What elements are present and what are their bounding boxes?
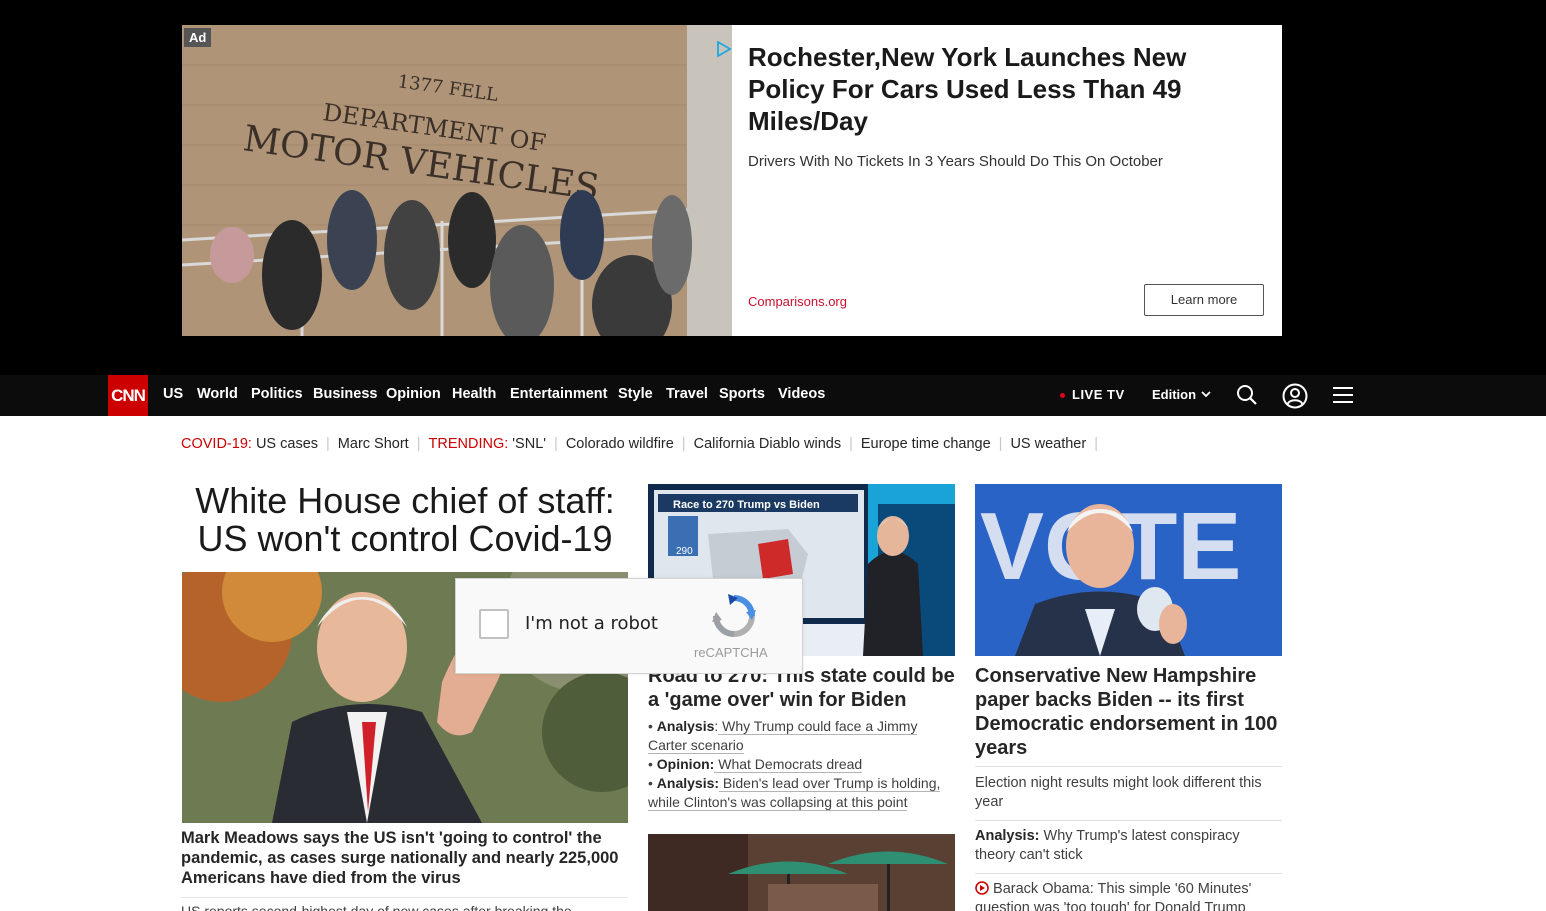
trending-item-us-cases[interactable]: US cases — [256, 436, 318, 452]
link-prefix: Opinion: — [656, 756, 715, 772]
link-prefix: Analysis — [656, 718, 715, 734]
ad-banner-area: 1377 FELL DEPARTMENT OF MOTOR VEHICLES A… — [0, 0, 1546, 375]
ad-subtext[interactable]: Drivers With No Tickets In 3 Years Shoul… — [748, 153, 1248, 170]
hamburger-menu-icon[interactable] — [1332, 385, 1354, 405]
nav-link-health[interactable]: Health — [452, 386, 496, 402]
divider — [181, 897, 628, 898]
trending-item-us-weather[interactable]: US weather — [1010, 436, 1086, 452]
middle-link-2[interactable]: • Opinion: What Democrats dread — [648, 755, 948, 774]
chevron-down-icon[interactable] — [1200, 388, 1212, 400]
recaptcha-logo-icon — [712, 594, 756, 637]
lead-headline[interactable]: White House chief of staff: US won't con… — [182, 482, 628, 558]
right-link-obama-video[interactable]: Barack Obama: This simple '60 Minutes' q… — [975, 880, 1282, 911]
right-headline[interactable]: Conservative New Hampshire paper backs B… — [975, 664, 1282, 760]
live-tv-link[interactable]: LIVE TV — [1072, 387, 1125, 402]
ad-image-dmv[interactable]: 1377 FELL DEPARTMENT OF MOTOR VEHICLES A… — [182, 25, 732, 336]
right-link-election-night[interactable]: Election night results might look differ… — [975, 774, 1282, 812]
trending-bar: COVID-19: US cases | Marc Short | TRENDING: … — [181, 436, 1106, 452]
svg-text:290: 290 — [676, 546, 693, 557]
trending-item-snl[interactable]: 'SNL' — [512, 436, 546, 452]
play-video-icon — [975, 881, 989, 895]
cnn-logo[interactable]: CNN — [108, 375, 148, 416]
divider — [975, 873, 1282, 874]
link-text[interactable]: Barack Obama: This simple '60 Minutes' q… — [975, 881, 1251, 911]
separator: | — [1094, 436, 1098, 452]
separator: | — [554, 436, 558, 452]
separator: | — [849, 436, 853, 452]
trending-label: TRENDING: — [428, 436, 509, 452]
separator: | — [681, 436, 686, 452]
nav-link-style[interactable]: Style — [618, 386, 653, 402]
lead-secondary-link[interactable]: US reports second-highest day of new cas… — [181, 903, 628, 911]
top-navigation: CNN US World Politics Business Opinion H… — [0, 375, 1546, 416]
separator: | — [998, 436, 1003, 452]
right-link-analysis[interactable]: Analysis: Why Trump's latest conspiracy … — [975, 827, 1282, 865]
trending-item-colorado-wildfire[interactable]: Colorado wildfire — [566, 436, 674, 452]
link-prefix: Analysis: — [975, 828, 1040, 844]
ad-headline[interactable]: Rochester,New York Launches New Policy F… — [748, 41, 1248, 137]
nav-link-sports[interactable]: Sports — [719, 386, 765, 402]
ad-label-badge: Ad — [184, 28, 212, 47]
edition-dropdown[interactable]: Edition — [1152, 387, 1196, 402]
nav-link-politics[interactable]: Politics — [251, 386, 303, 402]
ad-learn-more-button[interactable]: Learn more — [1144, 284, 1264, 316]
account-icon[interactable] — [1282, 383, 1308, 409]
covid-label: COVID-19: — [181, 436, 252, 452]
middle-link-3[interactable]: • Analysis: Biden's lead over Trump is h… — [648, 774, 948, 812]
recaptcha-checkbox[interactable] — [479, 609, 509, 639]
nav-link-travel[interactable]: Travel — [666, 386, 708, 402]
race-graphic-title: Race to 270 Trump vs Biden — [673, 499, 820, 511]
ad-card[interactable]: 1377 FELL DEPARTMENT OF MOTOR VEHICLES A… — [182, 25, 1282, 336]
ad-advertiser[interactable]: Comparisons.org — [748, 294, 847, 309]
nav-link-videos[interactable]: Videos — [778, 386, 825, 402]
search-icon[interactable] — [1236, 384, 1258, 406]
biden-vote-image[interactable]: VOTE — [975, 484, 1282, 656]
nav-link-business[interactable]: Business — [313, 386, 377, 402]
separator: | — [326, 436, 330, 452]
link-prefix: Analysis: — [656, 775, 720, 791]
nav-link-world[interactable]: World — [197, 386, 238, 402]
trending-item-europe-time-change[interactable]: Europe time change — [861, 436, 991, 452]
trending-item-california-winds[interactable]: California Diablo winds — [694, 436, 842, 452]
lead-caption[interactable]: Mark Meadows says the US isn't 'going to… — [181, 828, 631, 888]
nav-link-entertainment[interactable]: Entertainment — [510, 386, 608, 402]
divider — [975, 820, 1282, 821]
recaptcha-brand: reCAPTCHA — [694, 645, 768, 660]
separator: | — [416, 436, 421, 452]
nav-link-opinion[interactable]: Opinion — [386, 386, 441, 402]
adchoices-icon[interactable] — [716, 41, 732, 57]
middle-link-1[interactable]: • Analysis: Why Trump could face a Jimmy… — [648, 717, 948, 755]
link-text[interactable]: What Democrats dread — [714, 756, 863, 773]
nav-link-us[interactable]: US — [163, 386, 183, 402]
divider — [975, 766, 1282, 767]
live-indicator-dot — [1060, 393, 1065, 398]
restaurant-image[interactable] — [648, 834, 955, 911]
recaptcha-label: I'm not a robot — [525, 613, 658, 634]
recaptcha-widget[interactable]: I'm not a robot reCAPTCHA — [455, 578, 803, 674]
trending-item-marc-short[interactable]: Marc Short — [338, 436, 409, 452]
